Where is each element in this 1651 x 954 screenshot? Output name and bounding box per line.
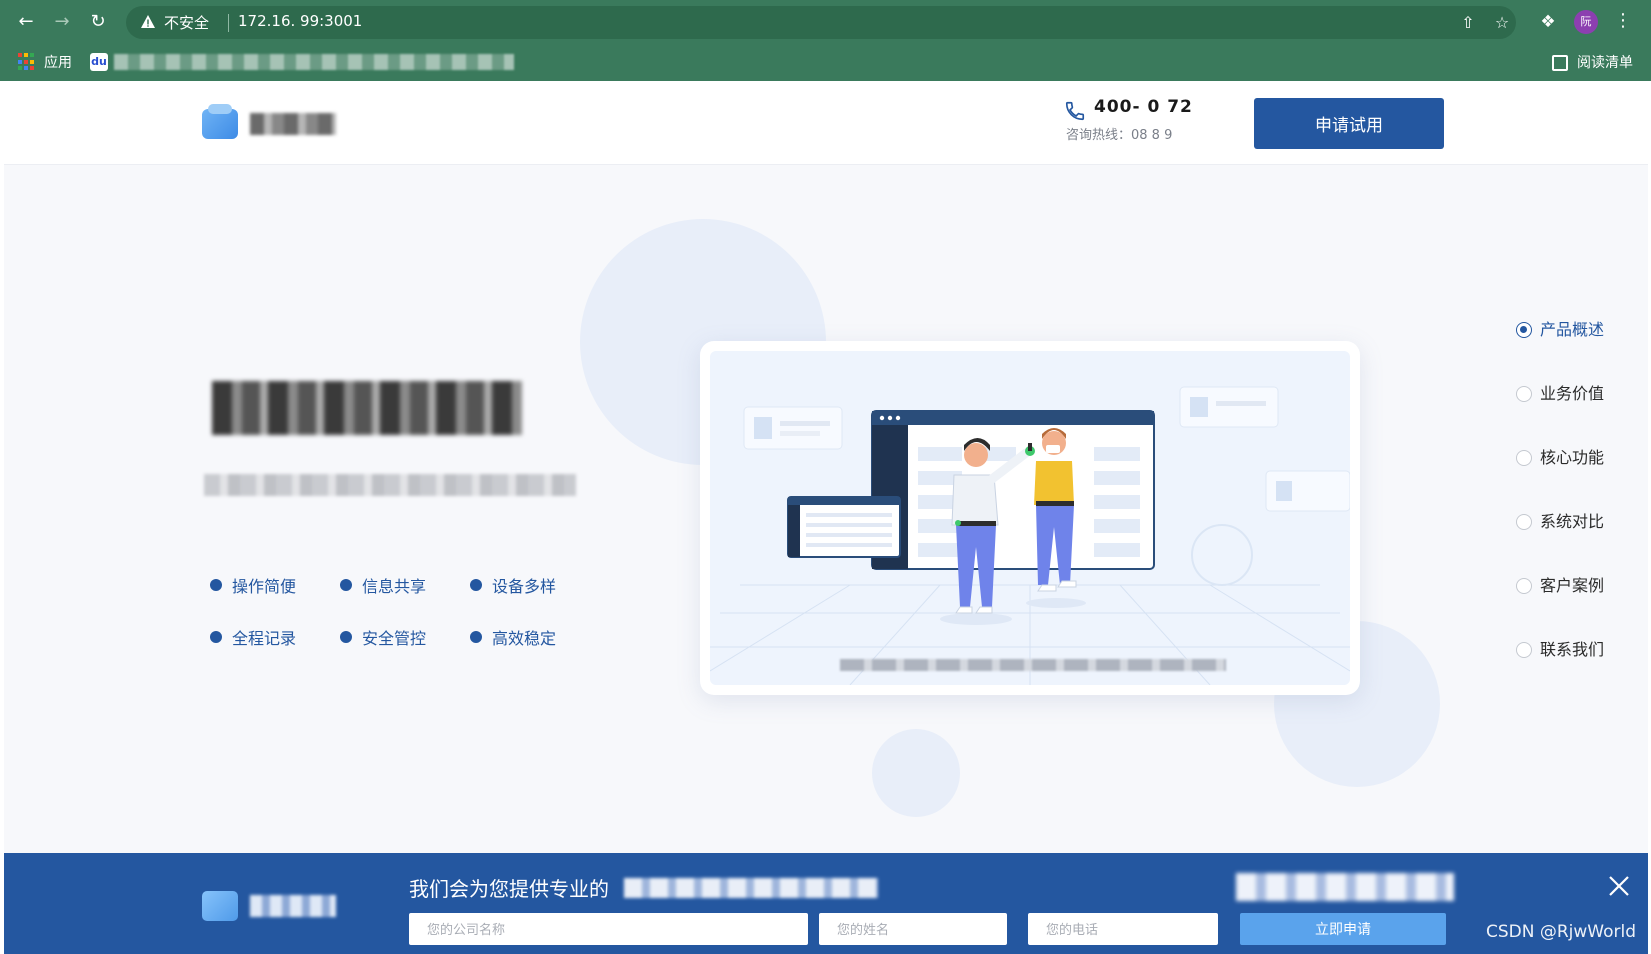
radio-icon[interactable] bbox=[1516, 450, 1532, 466]
hero-subtitle-redacted bbox=[204, 474, 576, 496]
temperature-check-illustration bbox=[710, 386, 1350, 685]
apps-grid-icon[interactable] bbox=[18, 53, 36, 71]
csdn-watermark: CSDN @RjwWorld bbox=[1486, 922, 1637, 942]
extensions-icon[interactable]: ❖ bbox=[1538, 12, 1558, 32]
company-name-input[interactable] bbox=[409, 913, 808, 945]
apply-trial-button[interactable]: 申请试用 bbox=[1254, 98, 1444, 149]
section-nav-contact[interactable]: 联系我们 bbox=[1516, 639, 1604, 703]
feature-item: 安全管控 bbox=[340, 625, 470, 649]
phone-input[interactable] bbox=[1028, 913, 1218, 945]
reading-list-icon[interactable] bbox=[1552, 55, 1568, 71]
browser-toolbar: ← → ↻ 不安全 172.16. 99:3001 ⇧ ☆ ❖ 阮 ⋮ bbox=[0, 0, 1651, 44]
radio-icon[interactable] bbox=[1516, 514, 1532, 530]
bookmark-items-redacted[interactable] bbox=[114, 54, 514, 70]
bullet-icon bbox=[210, 631, 222, 643]
phone-icon bbox=[1065, 101, 1085, 121]
decor-circle bbox=[872, 729, 960, 817]
feature-item: 全程记录 bbox=[210, 625, 340, 649]
banner-logo-text-redacted bbox=[250, 895, 336, 917]
site-logo-icon[interactable] bbox=[202, 104, 238, 139]
hero-illustration-card bbox=[700, 341, 1360, 695]
site-header: 400- 0 72 咨询热线：08 8 9 申请试用 bbox=[4, 81, 1648, 165]
browser-menu-icon[interactable]: ⋮ bbox=[1614, 10, 1632, 34]
omnibox-divider bbox=[228, 14, 229, 32]
site-logo-text-redacted[interactable] bbox=[250, 113, 336, 135]
section-nav-comparison[interactable]: 系统对比 bbox=[1516, 511, 1604, 575]
bullet-icon bbox=[210, 579, 222, 591]
url-text[interactable]: 172.16. 99:3001 bbox=[238, 12, 362, 30]
section-nav: 产品概述 业务价值 核心功能 系统对比 客户案例 联系我们 bbox=[1516, 319, 1604, 703]
bullet-icon bbox=[340, 631, 352, 643]
section-nav-value[interactable]: 业务价值 bbox=[1516, 383, 1604, 447]
bullet-icon bbox=[470, 579, 482, 591]
name-input[interactable] bbox=[819, 913, 1007, 945]
banner-message-redacted bbox=[624, 878, 878, 898]
radio-icon[interactable] bbox=[1516, 642, 1532, 658]
banner-message: 我们会为您提供专业的 bbox=[409, 877, 609, 901]
apply-now-button[interactable]: 立即申请 bbox=[1240, 913, 1446, 945]
radio-icon[interactable] bbox=[1516, 322, 1532, 338]
section-nav-core-functions[interactable]: 核心功能 bbox=[1516, 447, 1604, 511]
bullet-icon bbox=[470, 631, 482, 643]
page-content: 400- 0 72 咨询热线：08 8 9 申请试用 操作简便 信息共享 设备多… bbox=[4, 81, 1648, 954]
warning-icon bbox=[141, 15, 155, 28]
bookmarks-bar: 应用 du 阅读清单 bbox=[0, 44, 1651, 81]
trial-request-banner: 我们会为您提供专业的 立即申请 bbox=[4, 853, 1648, 954]
back-icon[interactable]: ← bbox=[14, 10, 38, 34]
radio-icon[interactable] bbox=[1516, 578, 1532, 594]
bullet-icon bbox=[340, 579, 352, 591]
apps-shortcut[interactable]: 应用 bbox=[44, 52, 72, 72]
profile-avatar[interactable]: 阮 bbox=[1574, 10, 1598, 34]
feature-item: 信息共享 bbox=[340, 573, 470, 597]
baidu-bookmark-icon[interactable]: du bbox=[90, 53, 108, 71]
security-status[interactable]: 不安全 bbox=[164, 12, 209, 33]
forward-icon[interactable]: → bbox=[50, 10, 74, 34]
browser-chrome: ← → ↻ 不安全 172.16. 99:3001 ⇧ ☆ ❖ 阮 ⋮ 应用 d… bbox=[0, 0, 1651, 81]
reading-list-button[interactable]: 阅读清单 bbox=[1577, 52, 1633, 72]
hero-illustration bbox=[710, 351, 1350, 685]
reload-icon[interactable]: ↻ bbox=[86, 10, 110, 34]
banner-logo-icon bbox=[202, 891, 238, 921]
close-icon[interactable] bbox=[1606, 873, 1632, 899]
section-nav-overview[interactable]: 产品概述 bbox=[1516, 319, 1604, 383]
banner-service-redacted bbox=[1236, 873, 1454, 901]
feature-item: 设备多样 bbox=[470, 573, 600, 597]
section-nav-cases[interactable]: 客户案例 bbox=[1516, 575, 1604, 639]
phone-number: 400- 0 72 bbox=[1094, 97, 1193, 117]
bookmark-star-icon[interactable]: ☆ bbox=[1492, 13, 1512, 33]
share-icon[interactable]: ⇧ bbox=[1458, 13, 1478, 33]
consult-hotline: 咨询热线：08 8 9 bbox=[1066, 128, 1173, 143]
hero-title-redacted bbox=[212, 381, 522, 435]
feature-list: 操作简便 信息共享 设备多样 全程记录 安全管控 高效稳定 bbox=[210, 573, 600, 649]
address-bar[interactable]: 不安全 172.16. 99:3001 ⇧ ☆ bbox=[126, 6, 1516, 39]
feature-item: 高效稳定 bbox=[470, 625, 600, 649]
radio-icon[interactable] bbox=[1516, 386, 1532, 402]
feature-item: 操作简便 bbox=[210, 573, 340, 597]
illustration-caption-redacted bbox=[840, 659, 1226, 671]
